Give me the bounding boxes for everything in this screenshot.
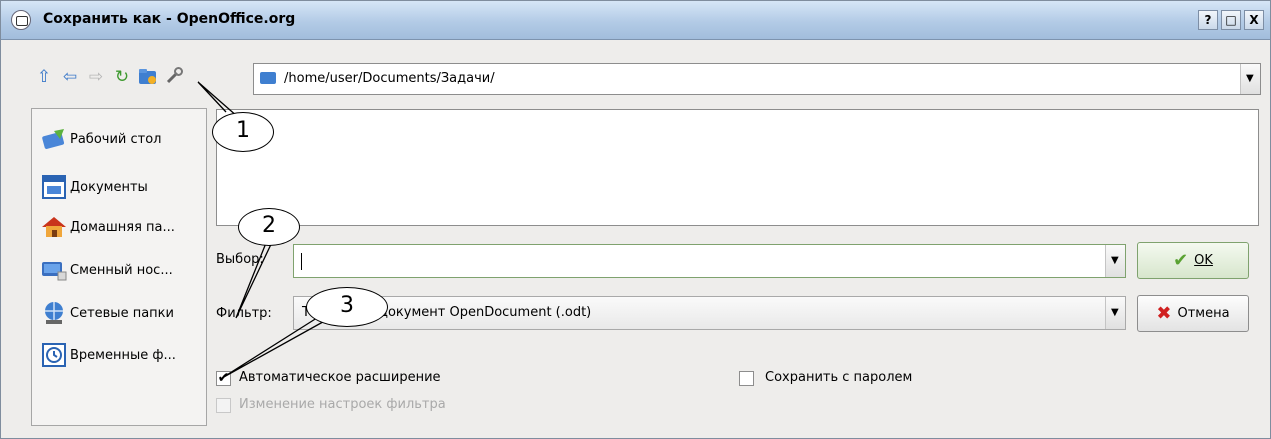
sidebar-item-label: Сетевые папки bbox=[70, 305, 174, 321]
cancel-button[interactable]: ✖ Отмена bbox=[1137, 295, 1249, 332]
sidebar-item-label: Документы bbox=[70, 179, 148, 195]
auto-extension-checkbox[interactable]: ✔ bbox=[216, 371, 231, 386]
up-icon[interactable]: ⇧ bbox=[34, 66, 54, 88]
edit-filter-settings-label: Изменение настроек фильтра bbox=[239, 397, 446, 412]
ok-button[interactable]: ✔ OK bbox=[1137, 242, 1249, 279]
sidebar-item-documents[interactable]: Документы bbox=[40, 171, 148, 203]
documents-icon bbox=[40, 173, 68, 201]
sidebar-item-network[interactable]: Сетевые папки bbox=[40, 297, 174, 329]
selection-label: Выбор: bbox=[216, 252, 264, 267]
filename-dropdown-arrow[interactable]: ▼ bbox=[1105, 245, 1125, 277]
cancel-button-label: Отмена bbox=[1177, 306, 1230, 321]
configure-wrench-icon[interactable] bbox=[164, 66, 184, 88]
cancel-x-icon: ✖ bbox=[1156, 303, 1172, 324]
save-with-password-checkbox[interactable] bbox=[739, 371, 754, 386]
network-folders-icon bbox=[40, 299, 68, 327]
path-text: /home/user/Documents/Задачи/ bbox=[284, 71, 495, 86]
places-sidebar: Рабочий стол Документы Домашняя па... См… bbox=[31, 108, 207, 426]
file-list-view[interactable] bbox=[216, 109, 1259, 226]
save-with-password-label: Сохранить с паролем bbox=[765, 370, 913, 385]
chevron-down-icon: ▼ bbox=[1246, 73, 1254, 84]
forward-icon[interactable]: ⇨ bbox=[86, 66, 106, 88]
filter-select[interactable]: Текстовый документ OpenDocument (.odt) ▼ bbox=[293, 296, 1126, 330]
title-bar: Сохранить как - OpenOffice.org ? □ X bbox=[1, 1, 1270, 40]
temporary-files-icon bbox=[40, 341, 68, 369]
sidebar-item-removable[interactable]: Сменный нос... bbox=[40, 254, 173, 286]
help-button[interactable]: ? bbox=[1198, 10, 1218, 30]
filter-dropdown-arrow[interactable]: ▼ bbox=[1105, 297, 1125, 329]
sidebar-item-label: Временные ф... bbox=[70, 347, 176, 363]
home-icon bbox=[40, 213, 68, 241]
close-button[interactable]: X bbox=[1244, 10, 1264, 30]
save-as-dialog: Сохранить как - OpenOffice.org ? □ X ⇧ ⇦… bbox=[0, 0, 1271, 439]
maximize-button[interactable]: □ bbox=[1221, 10, 1241, 30]
checkmark-icon: ✔ bbox=[1173, 250, 1189, 271]
desktop-icon bbox=[40, 125, 68, 153]
removable-media-icon bbox=[40, 256, 68, 284]
callout-2: 2 bbox=[238, 208, 300, 246]
chevron-down-icon: ▼ bbox=[1111, 307, 1119, 318]
back-icon[interactable]: ⇦ bbox=[60, 66, 80, 88]
auto-extension-label: Автоматическое расширение bbox=[239, 370, 441, 385]
window-title: Сохранить как - OpenOffice.org bbox=[43, 11, 296, 27]
app-icon bbox=[11, 10, 31, 30]
callout-1: 1 bbox=[212, 112, 274, 152]
window-controls: ? □ X bbox=[1198, 10, 1264, 30]
reload-icon[interactable]: ↻ bbox=[112, 66, 132, 88]
edit-filter-settings-checkbox[interactable] bbox=[216, 398, 231, 413]
folder-icon bbox=[260, 72, 276, 84]
text-caret bbox=[301, 253, 302, 270]
sidebar-item-label: Рабочий стол bbox=[70, 131, 162, 147]
sidebar-item-home[interactable]: Домашняя па... bbox=[40, 211, 175, 243]
filename-input[interactable]: ▼ bbox=[293, 244, 1126, 278]
sidebar-item-temporary[interactable]: Временные ф... bbox=[40, 339, 176, 371]
filter-label: Фильтр: bbox=[216, 306, 272, 321]
new-folder-icon[interactable] bbox=[138, 66, 158, 88]
sidebar-item-desktop[interactable]: Рабочий стол bbox=[40, 123, 161, 155]
path-dropdown-arrow[interactable]: ▼ bbox=[1240, 64, 1260, 94]
sidebar-item-label: Домашняя па... bbox=[70, 219, 175, 235]
navigation-toolbar: ⇧ ⇦ ⇨ ↻ bbox=[34, 66, 184, 88]
ok-button-label: OK bbox=[1194, 253, 1213, 268]
sidebar-item-label: Сменный нос... bbox=[70, 262, 173, 278]
path-combobox[interactable]: /home/user/Documents/Задачи/ ▼ bbox=[253, 63, 1261, 95]
callout-3: 3 bbox=[306, 287, 388, 327]
chevron-down-icon: ▼ bbox=[1111, 255, 1119, 266]
